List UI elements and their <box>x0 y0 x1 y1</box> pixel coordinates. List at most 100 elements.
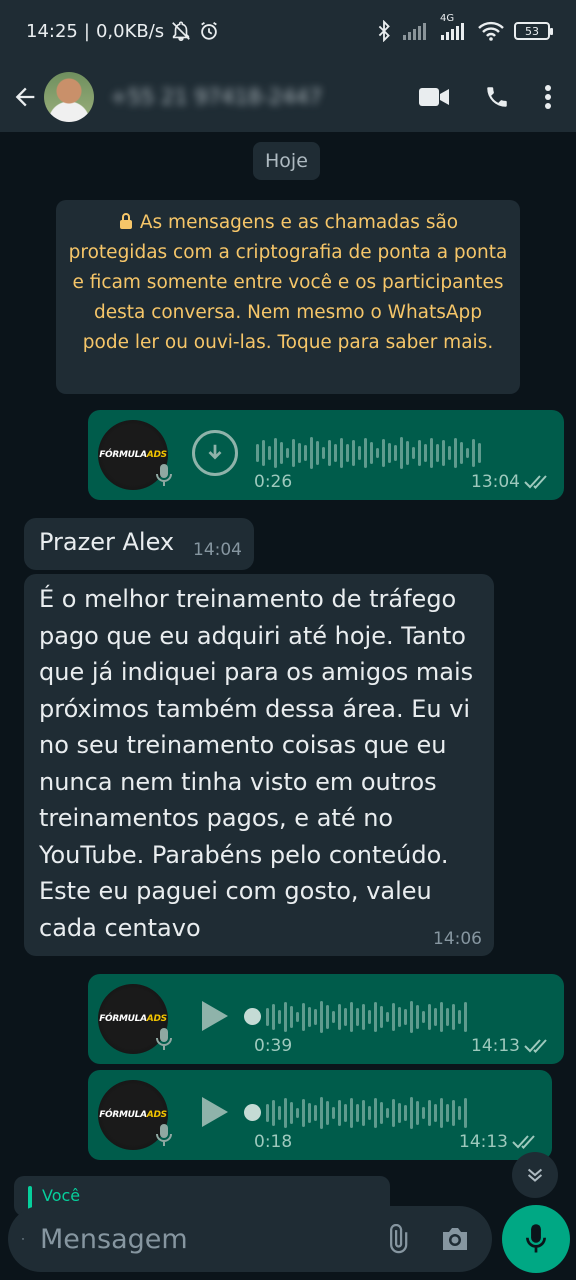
message-input[interactable] <box>40 1223 382 1255</box>
voice-thumb-badge: ADS <box>146 450 167 460</box>
double-chevron-down-icon <box>527 1168 543 1182</box>
waveform-bar <box>370 442 373 464</box>
waveform-bar <box>290 1006 293 1028</box>
waveform-bar <box>434 1008 437 1026</box>
waveform-bar <box>352 440 355 466</box>
read-receipt-icon <box>512 1135 535 1149</box>
encryption-notice[interactable]: As mensagens e as chamadas são protegida… <box>56 200 520 394</box>
contact-name[interactable]: +55 21 97418-2447 <box>110 85 418 109</box>
waveform-bar <box>410 1001 413 1033</box>
read-receipt-icon <box>524 1039 547 1053</box>
waveform-bar <box>284 1002 287 1032</box>
waveform-bar <box>310 437 313 469</box>
playback-position-dot[interactable] <box>244 1104 261 1121</box>
message-meta: 13:04 <box>471 472 550 492</box>
waveform-bar <box>430 438 433 468</box>
waveform-bar <box>458 1106 461 1120</box>
waveform-bar <box>406 441 409 465</box>
waveform-bar <box>460 442 463 464</box>
waveform-bar <box>266 1008 269 1026</box>
waveform-bar <box>410 1097 413 1129</box>
camera-icon[interactable] <box>440 1225 470 1253</box>
emoji-icon[interactable] <box>22 1223 24 1255</box>
waveform-bar <box>298 443 301 463</box>
waveform[interactable] <box>266 1000 467 1034</box>
download-icon[interactable] <box>192 430 238 476</box>
waveform-bar <box>320 1001 323 1033</box>
playback-position-dot[interactable] <box>244 1008 261 1025</box>
status-bar: 14:25 | 0,0KB/s 4G 53 <box>0 0 576 62</box>
waveform-bar <box>266 1104 269 1122</box>
waveform-bar <box>280 442 283 464</box>
waveform-bar <box>382 439 385 467</box>
waveform-bar <box>296 1012 299 1022</box>
message-bubble-incoming[interactable]: Prazer Alex 14:04 <box>24 518 254 570</box>
waveform-bar <box>368 1106 371 1120</box>
waveform-bar <box>374 1098 377 1128</box>
waveform-bar <box>350 1098 353 1128</box>
waveform-bar <box>394 445 397 461</box>
scroll-to-bottom-button[interactable] <box>512 1152 558 1198</box>
waveform-bar <box>326 1005 329 1029</box>
status-right: 4G 53 <box>376 13 553 42</box>
waveform-bar <box>458 1010 461 1024</box>
waveform-bar <box>386 1108 389 1118</box>
waveform-bar <box>328 440 331 466</box>
waveform-bar <box>466 448 469 458</box>
waveform-bar <box>302 1099 305 1127</box>
back-arrow-icon[interactable] <box>10 82 40 112</box>
encryption-notice-text: As mensagens e as chamadas são protegida… <box>68 212 508 353</box>
voice-message[interactable]: FÓRMULAADS 0:39 14:13 <box>88 974 564 1064</box>
video-call-icon[interactable] <box>418 86 450 108</box>
waveform-bar <box>278 1010 281 1024</box>
attach-icon[interactable] <box>382 1224 412 1254</box>
signal-4g-icon <box>441 23 464 40</box>
contact-avatar[interactable] <box>44 72 94 122</box>
voice-thumb-logo: FÓRMULA <box>99 1014 147 1024</box>
waveform-bar <box>364 438 367 468</box>
play-icon[interactable] <box>198 1094 230 1130</box>
voice-record-button[interactable] <box>502 1205 570 1273</box>
mic-icon <box>156 1028 172 1050</box>
voice-call-icon[interactable] <box>484 84 510 110</box>
waveform-bar <box>332 1011 335 1023</box>
waveform[interactable] <box>256 436 481 470</box>
message-composer <box>8 1206 492 1272</box>
message-time: 13:04 <box>471 472 520 492</box>
waveform-bar <box>290 1102 293 1124</box>
waveform-bar <box>284 1098 287 1128</box>
more-menu-icon[interactable] <box>544 84 552 110</box>
voice-message[interactable]: FÓRMULAADS 0:18 14:13 <box>88 1070 552 1160</box>
message-text: É o melhor treinamento de tráfego pago q… <box>39 585 474 942</box>
waveform-bar <box>358 446 361 460</box>
waveform[interactable] <box>266 1096 467 1130</box>
waveform-bar <box>442 440 445 466</box>
chat-area[interactable]: Hoje As mensagens e as chamadas são prot… <box>0 132 576 1200</box>
waveform-bar <box>302 1003 305 1031</box>
voice-message[interactable]: FÓRMULAADS 0:26 13:04 <box>88 410 564 500</box>
message-time: 14:06 <box>433 929 482 949</box>
wifi-icon <box>478 21 504 41</box>
waveform-bar <box>272 1004 275 1030</box>
message-time: 14:04 <box>193 540 242 560</box>
waveform-bar <box>316 441 319 465</box>
network-type-label: 4G <box>440 13 455 24</box>
waveform-bar <box>286 448 289 458</box>
voice-thumb-badge: ADS <box>146 1014 167 1024</box>
message-bubble-incoming[interactable]: É o melhor treinamento de tráfego pago q… <box>24 574 494 956</box>
header-actions <box>418 84 566 110</box>
voice-duration: 0:18 <box>254 1132 293 1152</box>
waveform-bar <box>436 444 439 462</box>
voice-duration: 0:39 <box>254 1036 293 1056</box>
waveform-bar <box>464 1002 467 1032</box>
waveform-bar <box>320 1097 323 1129</box>
waveform-bar <box>398 1007 401 1027</box>
chat-header: +55 21 97418-2447 <box>0 62 576 132</box>
waveform-bar <box>380 1006 383 1028</box>
voice-thumb-logo: FÓRMULA <box>99 1110 147 1120</box>
play-icon[interactable] <box>198 998 230 1034</box>
composer-actions <box>382 1224 478 1254</box>
waveform-bar <box>322 447 325 459</box>
waveform-bar <box>428 1100 431 1126</box>
waveform-bar <box>478 443 481 463</box>
